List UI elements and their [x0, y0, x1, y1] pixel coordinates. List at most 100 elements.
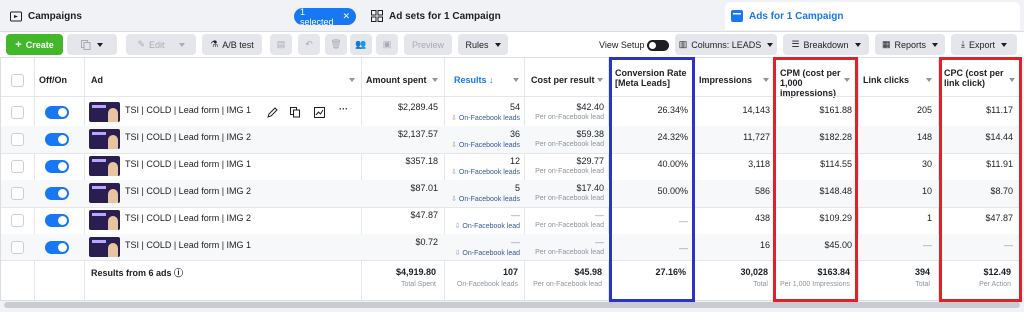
table-row[interactable]: TSI | COLD | Lead form | IMG 2 $47.87 — … — [1, 207, 1021, 234]
row-checkbox[interactable] — [11, 241, 24, 254]
chevron-down-icon — [1001, 42, 1007, 47]
sort-down-icon: ↓ — [486, 75, 494, 85]
cost-per-result-cell: — — [595, 210, 604, 220]
clipboard-button[interactable]: ▤ — [270, 34, 292, 55]
ab-test-button[interactable]: ⚗ A/B test — [202, 34, 262, 55]
ad-name[interactable]: TSI | COLD | Lead form | IMG 2 — [125, 132, 251, 142]
info-icon[interactable]: ⓘ — [174, 268, 183, 278]
results-cell: 5 — [514, 183, 520, 193]
row-toggle[interactable] — [45, 214, 69, 227]
ab-test-label: A/B test — [222, 39, 254, 50]
col-cost-per-result[interactable]: Cost per result — [531, 75, 595, 85]
chevron-down-icon[interactable] — [349, 78, 355, 82]
chevron-down-icon[interactable] — [763, 78, 769, 82]
ad-thumbnail[interactable] — [89, 237, 120, 257]
cpc-highlight-box — [939, 57, 1022, 302]
impressions-cell: 438 — [754, 213, 770, 223]
results-sub-text: On-Facebook lead — [462, 223, 520, 230]
selected-pill[interactable]: 1 selected ✕ — [294, 7, 356, 27]
tab-campaigns[interactable]: Campaigns 1 selected ✕ — [4, 2, 356, 30]
link-clicks-cell: 148 — [916, 132, 932, 142]
reports-icon: ▦ — [881, 39, 891, 49]
chevron-down-icon — [178, 42, 185, 47]
row-checkbox[interactable] — [11, 160, 24, 173]
tab-adsets[interactable]: Ad sets for 1 Campaign — [365, 2, 720, 30]
ad-name[interactable]: TSI | COLD | Lead form | IMG 1 — [125, 159, 251, 169]
ads-table: Off/On Ad Amount spent Results ↓ Cost pe… — [0, 57, 1022, 302]
horizontal-scrollbar[interactable] — [4, 302, 1020, 308]
impressions-cell: 16 — [759, 240, 770, 250]
row-checkbox[interactable] — [11, 214, 24, 227]
impressions-cell: 11,727 — [743, 132, 770, 142]
row-checkbox[interactable] — [11, 106, 24, 119]
row-toggle[interactable] — [45, 133, 69, 146]
duplicate-button[interactable] — [67, 34, 117, 55]
undo-button[interactable]: ↶ — [298, 34, 320, 55]
info-icon: ⇩ — [451, 142, 459, 149]
row-toggle[interactable] — [45, 106, 69, 119]
conversion-highlight-box — [609, 57, 695, 302]
row-checkbox[interactable] — [11, 187, 24, 200]
audience-button[interactable]: 👥 — [350, 34, 372, 55]
table-row[interactable]: TSI | COLD | Lead form | IMG 1 $0.72 — ⇩… — [1, 234, 1021, 261]
comment-button[interactable]: ▣ — [376, 34, 398, 55]
row-toggle[interactable] — [45, 160, 69, 173]
delete-button[interactable]: 🗑 — [325, 34, 347, 55]
impressions-cell: 3,118 — [748, 159, 770, 169]
chevron-down-icon[interactable] — [432, 78, 438, 82]
ad-name[interactable]: TSI | COLD | Lead form | IMG 1 — [125, 105, 251, 115]
ad-thumbnail[interactable] — [89, 210, 120, 230]
reports-button[interactable]: ▦ Reports — [875, 34, 945, 55]
table-row[interactable]: TSI | COLD | Lead form | IMG 2 $2,137.57… — [1, 126, 1021, 153]
clipboard-icon: ▤ — [276, 39, 286, 49]
more-icon[interactable]: ··· — [339, 104, 348, 114]
footer-cpr-sub: Per on-Facebook lead — [533, 281, 602, 288]
amount-spent-cell: $47.87 — [410, 210, 438, 220]
row-checkbox[interactable] — [11, 133, 24, 146]
create-button[interactable]: + Create — [6, 34, 63, 55]
rules-label: Rules — [465, 39, 489, 50]
duplicate-icon[interactable] — [290, 107, 301, 118]
rules-button[interactable]: Rules — [458, 34, 508, 55]
view-setup-toggle[interactable] — [647, 40, 669, 51]
ad-thumbnail[interactable] — [89, 156, 120, 176]
table-row[interactable]: TSI | COLD | Lead form | IMG 1 ··· $2,28… — [1, 99, 1021, 126]
ad-name[interactable]: TSI | COLD | Lead form | IMG 1 — [125, 240, 251, 250]
row-toggle[interactable] — [45, 241, 69, 254]
footer-spent: $4,919.80 — [395, 267, 436, 277]
tab-ads[interactable]: Ads for 1 Campaign — [725, 2, 1020, 30]
ad-name[interactable]: TSI | COLD | Lead form | IMG 2 — [125, 213, 251, 223]
col-amount-spent[interactable]: Amount spent — [366, 75, 427, 85]
edit-button[interactable]: ✎ Edit — [126, 34, 196, 55]
chevron-down-icon[interactable] — [513, 78, 519, 82]
edit-label: Edit — [149, 39, 165, 50]
chevron-down-icon[interactable] — [926, 78, 932, 82]
plus-icon: + — [15, 38, 22, 51]
breakdown-button[interactable]: ☰ Breakdown — [783, 34, 869, 55]
trash-icon: 🗑 — [330, 39, 342, 49]
export-button[interactable]: ⤓ Export — [951, 34, 1017, 55]
ad-name[interactable]: TSI | COLD | Lead form | IMG 2 — [125, 186, 251, 196]
chart-icon[interactable] — [314, 107, 325, 118]
row-toggle[interactable] — [45, 187, 69, 200]
table-row[interactable]: TSI | COLD | Lead form | IMG 2 $87.01 5 … — [1, 180, 1021, 207]
table-row[interactable]: TSI | COLD | Lead form | IMG 1 $357.18 1… — [1, 153, 1021, 180]
select-all-checkbox[interactable] — [11, 74, 24, 87]
close-icon[interactable]: ✕ — [342, 11, 350, 22]
col-ad[interactable]: Ad — [91, 75, 103, 85]
footer-results: 107 — [502, 267, 518, 277]
pencil-icon[interactable] — [267, 107, 278, 118]
ad-thumbnail[interactable] — [89, 129, 120, 149]
chevron-down-icon[interactable] — [597, 78, 603, 82]
col-impressions[interactable]: Impressions — [699, 75, 752, 85]
columns-button[interactable]: ▥ Columns: LEADS — [675, 34, 777, 55]
preview-button[interactable]: Preview — [404, 34, 452, 55]
footer-impr-sub: Total — [753, 281, 768, 288]
ad-thumbnail[interactable] — [89, 102, 120, 122]
col-results[interactable]: Results ↓ — [454, 75, 494, 85]
col-link-clicks[interactable]: Link clicks — [863, 75, 909, 85]
results-sub: ⇩ On-Facebook leads — [451, 168, 520, 176]
link-clicks-cell: 10 — [921, 186, 932, 196]
col-offon[interactable]: Off/On — [39, 75, 67, 85]
ad-thumbnail[interactable] — [89, 183, 120, 203]
